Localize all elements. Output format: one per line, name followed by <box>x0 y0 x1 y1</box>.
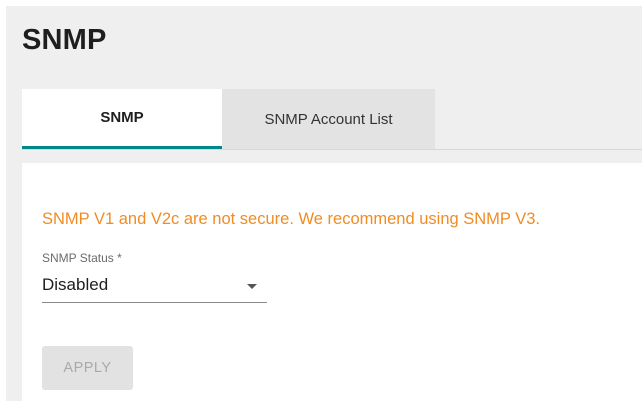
snmp-status-select[interactable]: Disabled <box>42 269 267 303</box>
tab-bar: SNMP SNMP Account List <box>22 89 642 150</box>
snmp-status-label: SNMP Status * <box>42 251 122 265</box>
tab-snmp[interactable]: SNMP <box>22 89 222 149</box>
page-title: SNMP <box>22 24 107 56</box>
settings-card: SNMP V1 and V2c are not secure. We recom… <box>22 163 642 401</box>
page-container: SNMP SNMP SNMP Account List SNMP V1 and … <box>6 6 642 401</box>
security-warning: SNMP V1 and V2c are not secure. We recom… <box>42 210 540 228</box>
snmp-status-value: Disabled <box>42 275 109 294</box>
dropdown-arrow-icon[interactable] <box>247 284 257 289</box>
tab-snmp-account-list[interactable]: SNMP Account List <box>222 89 435 149</box>
apply-button[interactable]: APPLY <box>42 346 133 390</box>
